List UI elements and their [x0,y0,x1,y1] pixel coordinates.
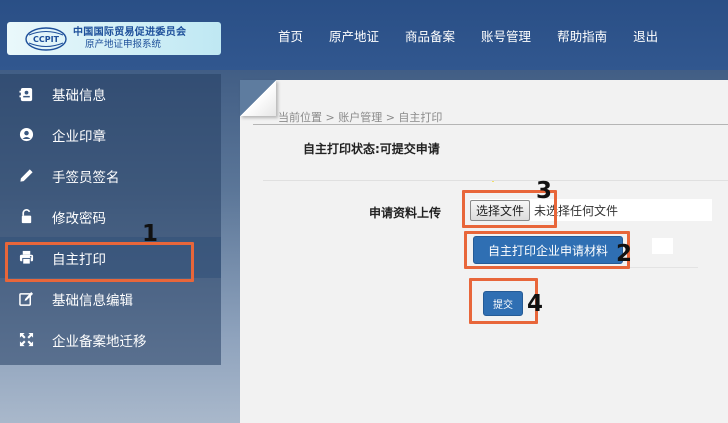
ccpit-emblem-icon: CCPIT [23,26,69,52]
unlock-icon [18,209,34,225]
nav-certificate-of-origin[interactable]: 原产地证 [329,26,379,45]
logo-title: 中国国际贸易促进委员会 [73,26,187,38]
logo-subtitle: 原产地证申报系统 [85,38,162,50]
ccpit-logo[interactable]: CCPIT 中国国际贸易促进委员会 原产地证申报系统 [7,22,221,55]
sidebar-item-label: 基础信息 [52,88,106,104]
annotation-number-3: 3 [536,178,553,204]
sidebar-item-label: 手签员签名 [52,169,120,186]
faint-divider [628,267,698,268]
blank-area [652,238,673,254]
sidebar-item-label: 企业印章 [52,128,106,145]
sidebar-item-change-password[interactable]: 修改密码 [0,196,221,237]
sidebar-item-filing-location-migration[interactable]: 企业备案地迁移 [0,319,221,360]
svg-text:CCPIT: CCPIT [33,35,60,44]
sidebar-item-basic-info-edit[interactable]: 基础信息编辑 [0,278,221,319]
pen-icon [18,168,34,184]
top-nav: 首页 原产地证 商品备案 账号管理 帮助指南 退出 [278,26,684,45]
upload-label: 申请资料上传 [369,206,442,220]
sidebar-item-signer-signature[interactable]: 手签员签名 [0,155,221,196]
annotation-number-2: 2 [616,241,633,267]
breadcrumb: 当前位置 > 账户管理 > 自主打印 [278,111,443,124]
nav-logout[interactable]: 退出 [633,26,658,45]
id-card-icon [18,86,34,102]
sidebar-item-label: 修改密码 [52,210,106,227]
sidebar-item-label: 基础信息编辑 [52,292,133,309]
edit-icon [18,291,34,307]
sidebar-item-basic-info[interactable]: 基础信息 [0,74,221,114]
section-divider [263,180,728,181]
annotation-number-1: 1 [142,221,159,247]
page-curl-decoration [240,80,276,116]
annotation-box-2 [464,231,630,269]
sidebar-item-company-seal[interactable]: 企业印章 [0,114,221,155]
breadcrumb-divider [253,124,728,125]
sidebar: 基础信息 企业印章 手签员签名 修改密码 自主打印 基础信息编辑 企业备案地迁移 [0,74,221,365]
nav-goods-filing[interactable]: 商品备案 [405,26,455,45]
self-print-status: 自主打印状态:可提交申请 [303,142,440,156]
top-header: CCPIT 中国国际贸易促进委员会 原产地证申报系统 首页 原产地证 商品备案 … [0,0,728,70]
logo-text: 中国国际贸易促进委员会 原产地证申报系统 [73,27,186,51]
nav-home[interactable]: 首页 [278,26,303,45]
stamp-icon [18,127,34,143]
annotation-box-1 [5,242,194,282]
nav-help-guide[interactable]: 帮助指南 [557,26,607,45]
move-icon [18,332,34,348]
annotation-number-4: 4 [527,291,544,317]
nav-account-management[interactable]: 账号管理 [481,26,531,45]
sidebar-item-label: 企业备案地迁移 [52,333,147,350]
